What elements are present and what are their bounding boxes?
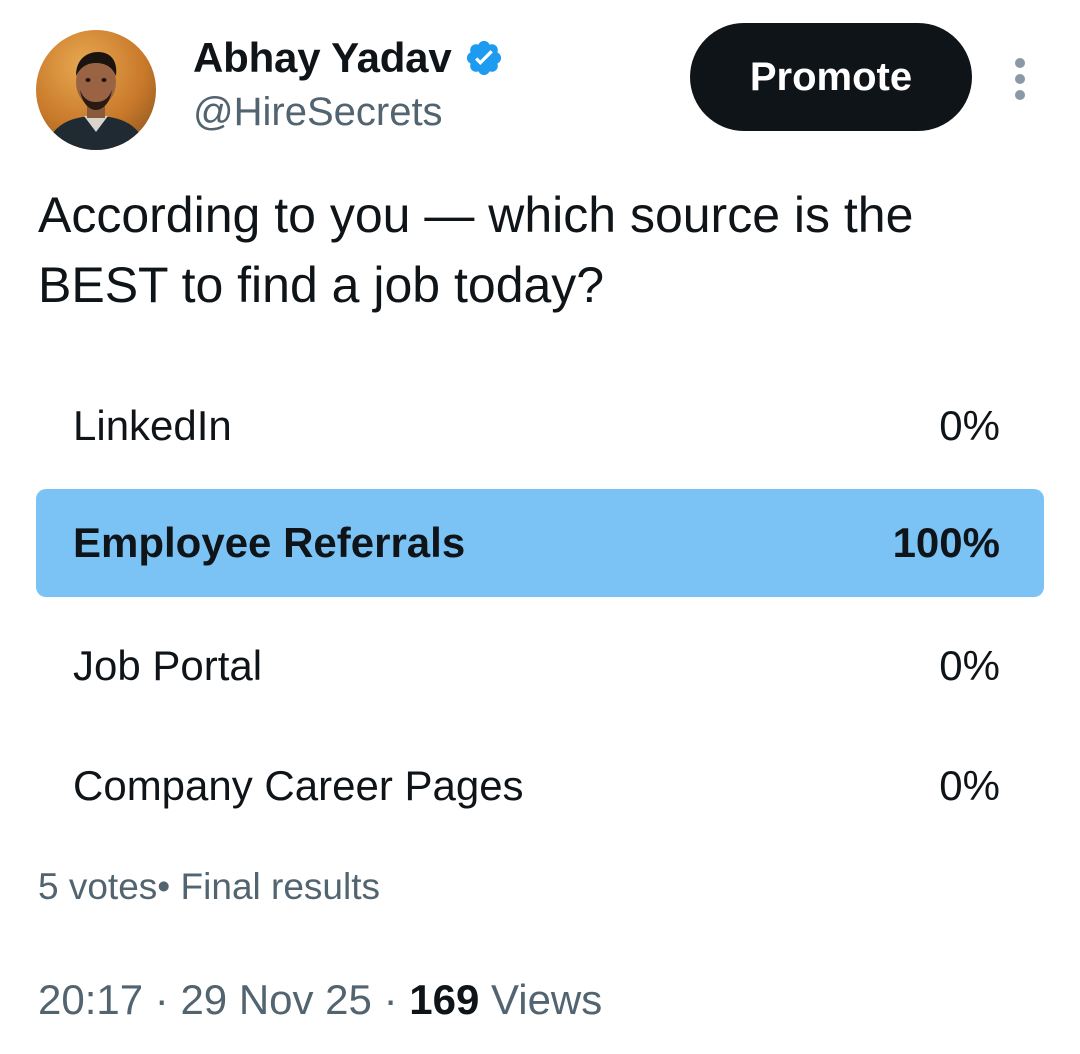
avatar-photo <box>46 52 146 150</box>
tweet-text-line-2: BEST to find a job today? <box>38 257 605 313</box>
poll-option-linkedin: LinkedIn 0% <box>36 372 1044 480</box>
poll-status: Final results <box>180 866 380 907</box>
poll-meta-separator: • <box>157 866 171 907</box>
poll-option-label: Job Portal <box>73 642 263 689</box>
tweet-text-line-1: According to you — which source is the <box>38 187 914 243</box>
poll-option-job-portal: Job Portal 0% <box>36 612 1044 720</box>
promote-button[interactable]: Promote <box>690 23 972 131</box>
poll-option-label: Company Career Pages <box>73 762 524 809</box>
poll-option-percent: 100% <box>892 519 1000 566</box>
meta-separator: · <box>371 976 410 1023</box>
tweet-time[interactable]: 20:17 <box>38 976 143 1023</box>
poll-option-label: Employee Referrals <box>73 519 466 566</box>
poll-option-label: LinkedIn <box>73 402 232 449</box>
poll-option-percent: 0% <box>939 642 1000 689</box>
author-name-row[interactable]: Abhay Yadav <box>193 34 504 82</box>
author-handle[interactable]: @HireSecrets <box>193 90 443 135</box>
verified-badge-icon[interactable] <box>464 38 504 78</box>
poll-option-percent: 0% <box>939 762 1000 809</box>
meta-separator: · <box>143 976 181 1023</box>
poll-summary: 5 votes• Final results <box>38 866 380 908</box>
avatar[interactable] <box>36 30 156 150</box>
tweet-date[interactable]: 29 Nov 25 <box>180 976 371 1023</box>
tweet-text: According to you — which source is the B… <box>38 180 1048 320</box>
views-label[interactable]: Views <box>491 976 602 1023</box>
poll-option-company-career-pages: Company Career Pages 0% <box>36 732 1044 840</box>
poll-option-employee-referrals: Employee Referrals 100% <box>36 489 1044 597</box>
views-count[interactable]: 169 <box>409 976 479 1023</box>
tweet-meta: 20:17 · 29 Nov 25 · 169 Views <box>38 976 602 1024</box>
more-vertical-icon[interactable] <box>1008 56 1032 102</box>
poll-vote-count: 5 votes <box>38 866 158 907</box>
author-display-name[interactable]: Abhay Yadav <box>193 34 452 82</box>
poll-option-percent: 0% <box>939 402 1000 449</box>
